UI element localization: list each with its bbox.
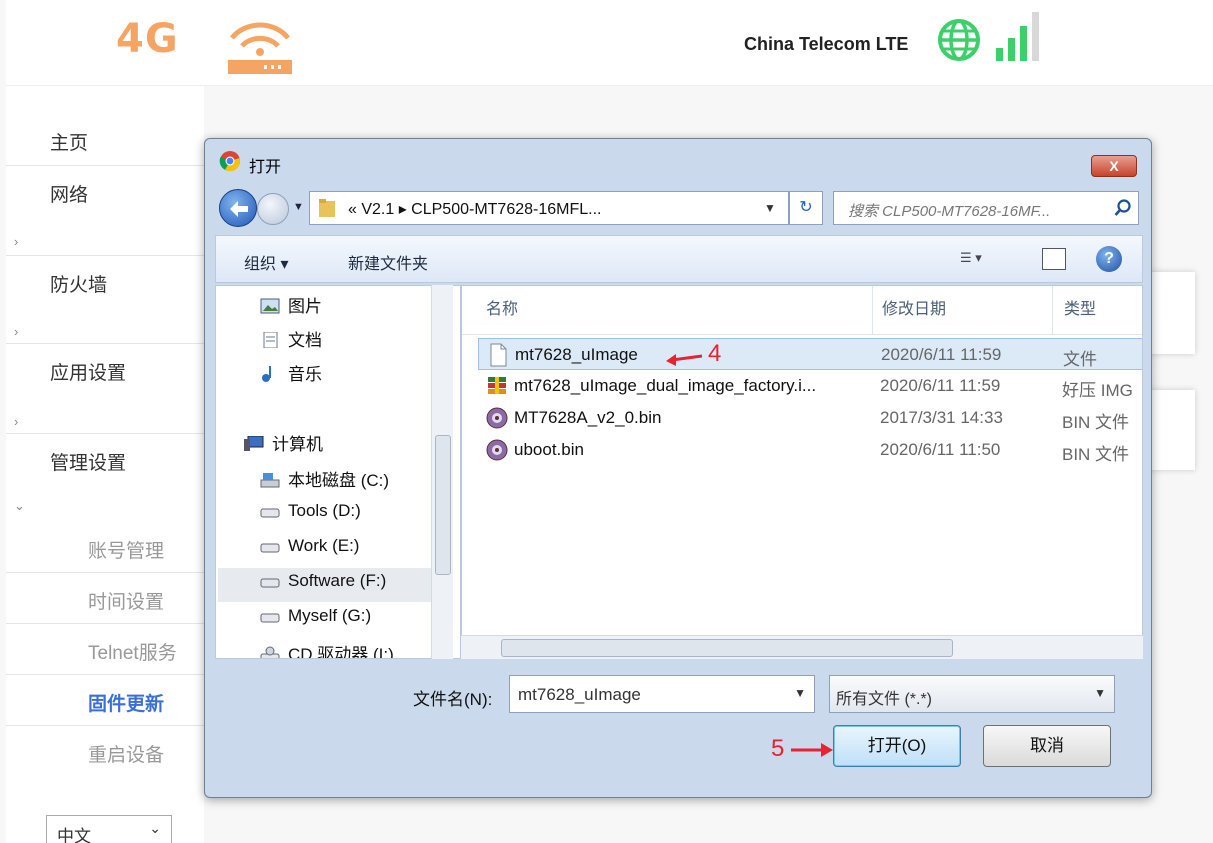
address-bar[interactable]: « V2.1 ▸ CLP500-MT7628-16MFL... ▼: [309, 191, 789, 225]
search-icon[interactable]: [1114, 199, 1132, 217]
filetype-select[interactable]: 所有文件 (*.*) ▼: [829, 675, 1115, 713]
cd-drive-icon: [260, 646, 280, 658]
sidebar-item-network[interactable]: 网络 ›: [6, 166, 204, 256]
tree-item-drive-c[interactable]: 本地磁盘 (C:): [260, 466, 389, 496]
chevron-down-icon[interactable]: ▼: [794, 686, 806, 700]
file-row[interactable]: uboot.bin 2020/6/11 11:50 BIN 文件: [478, 434, 1142, 466]
view-options-icon[interactable]: ☰ ▾: [960, 250, 1000, 270]
arrow-left-icon: [230, 201, 248, 217]
archive-icon: [488, 377, 506, 394]
organize-menu[interactable]: 组织 ▾: [244, 250, 288, 274]
annotation-arrow-icon: [666, 354, 703, 366]
column-header-modified[interactable]: 修改日期: [882, 286, 946, 334]
wifi-router-icon: [228, 22, 292, 74]
open-button[interactable]: 打开(O): [833, 725, 961, 767]
chevron-down-icon[interactable]: ▼: [764, 201, 776, 215]
chevron-down-icon: ▼: [1094, 686, 1106, 700]
breadcrumb[interactable]: « V2.1 ▸ CLP500-MT7628-16MFL...: [348, 199, 601, 219]
file-open-dialog: 打开 X ▼ « V2.1 ▸ CLP500-MT7628-16MFL... ▼…: [204, 138, 1152, 798]
column-divider: [1052, 286, 1053, 334]
signal-bars-icon: [996, 12, 1039, 61]
tree-item-computer[interactable]: 计算机: [244, 430, 323, 460]
folder-icon: [319, 199, 335, 217]
file-row[interactable]: mt7628_uImage 2020/6/11 11:59 文件: [478, 338, 1142, 370]
drive-icon: [260, 543, 280, 553]
column-header-name[interactable]: 名称: [486, 286, 518, 334]
file-list-hscrollbar[interactable]: [461, 635, 1143, 659]
refresh-button[interactable]: ↻: [789, 191, 823, 225]
drive-icon: [260, 613, 280, 623]
bin-file-icon: [486, 439, 508, 461]
help-icon[interactable]: ?: [1096, 246, 1122, 272]
tree-scrollbar[interactable]: [431, 285, 453, 659]
scroll-thumb[interactable]: [501, 639, 953, 657]
language-select[interactable]: 中文 ⌄: [46, 815, 172, 843]
tree-item-drive-d[interactable]: Tools (D:): [260, 501, 361, 531]
chevron-down-icon: ⌄: [14, 498, 25, 513]
file-row[interactable]: MT7628A_v2_0.bin 2017/3/31 14:33 BIN 文件: [478, 402, 1142, 434]
filename-input[interactable]: mt7628_uImage ▼: [509, 675, 815, 713]
sidebar-subitem-firmware[interactable]: 固件更新: [6, 675, 204, 726]
chevron-right-icon: ›: [14, 234, 19, 249]
annotation-step-5: 5: [771, 735, 785, 762]
tree-item-documents[interactable]: 文档: [260, 326, 322, 356]
sidebar-nav: 主页 网络 › 防火墙 › 应用设置 › 管理设置 ⌄ 账号管理 时间设置 Te…: [6, 86, 204, 843]
chevron-right-icon: ›: [14, 414, 19, 429]
new-folder-button[interactable]: 新建文件夹: [348, 250, 428, 274]
forward-button[interactable]: [257, 193, 289, 225]
tree-item-cd-drive[interactable]: CD 驱动器 (I:): [260, 640, 394, 658]
annotation-arrow-icon: [791, 743, 833, 757]
logo-4g: 4G: [116, 16, 179, 62]
history-dropdown-icon[interactable]: ▼: [293, 201, 304, 213]
navigation-pane: 图片 文档 音乐 计算机 本地磁盘 (C:) Tools (D:) Work (…: [215, 285, 461, 659]
address-row: ▼ « V2.1 ▸ CLP500-MT7628-16MFL... ▼ ↻ 搜索…: [205, 183, 1151, 229]
chevron-right-icon: ›: [14, 324, 19, 339]
file-row[interactable]: mt7628_uImage_dual_image_factory.i... 20…: [478, 370, 1142, 402]
tree-item-drive-g[interactable]: Myself (G:): [260, 606, 371, 636]
tree-item-pictures[interactable]: 图片: [260, 292, 322, 322]
computer-icon: [244, 436, 264, 451]
dialog-title: 打开: [249, 159, 282, 176]
header-divider: [462, 334, 1142, 335]
search-input[interactable]: 搜索 CLP500-MT7628-16MF...: [833, 191, 1139, 225]
globe-icon: [938, 19, 980, 61]
preview-pane-icon[interactable]: [1042, 248, 1066, 270]
music-icon: [262, 366, 271, 382]
file-icon: [490, 343, 507, 367]
sidebar-item-app-settings[interactable]: 应用设置 ›: [6, 344, 204, 434]
tree-item-music[interactable]: 音乐: [260, 360, 322, 390]
tree-item-drive-f[interactable]: Software (F:): [218, 568, 434, 602]
column-header-type[interactable]: 类型: [1064, 286, 1096, 334]
tree-item-drive-e[interactable]: Work (E:): [260, 536, 359, 566]
sidebar-subitem-reboot[interactable]: 重启设备: [6, 726, 204, 777]
top-header: 4G China Telecom LTE: [6, 0, 1213, 86]
carrier-name: China Telecom LTE: [744, 34, 909, 54]
bin-file-icon: [486, 407, 508, 429]
close-button[interactable]: X: [1091, 155, 1137, 177]
drive-icon: [260, 473, 280, 488]
chrome-icon: [219, 151, 241, 172]
drive-icon: [260, 508, 280, 518]
column-divider: [872, 286, 873, 334]
chevron-down-icon: ⌄: [149, 820, 161, 836]
annotation-step-4: 4: [708, 340, 722, 367]
dialog-titlebar[interactable]: 打开 X: [205, 139, 1151, 179]
cancel-button[interactable]: 取消: [983, 725, 1111, 767]
documents-icon: [263, 332, 278, 348]
sidebar-item-firewall[interactable]: 防火墙 ›: [6, 256, 204, 344]
pictures-icon: [260, 298, 280, 314]
filename-label: 文件名(N):: [413, 690, 493, 709]
sidebar-item-admin-settings[interactable]: 管理设置 ⌄: [6, 434, 204, 522]
sidebar-item-home[interactable]: 主页: [6, 86, 204, 166]
scroll-thumb[interactable]: [435, 435, 451, 575]
back-button[interactable]: [219, 189, 257, 227]
dialog-toolbar: 组织 ▾ 新建文件夹 ☰ ▾ ?: [215, 235, 1143, 283]
file-list: 名称 修改日期 类型 mt7628_uImage 2020/6/11 11:59…: [461, 285, 1143, 659]
drive-icon: [260, 578, 280, 588]
sidebar-subitem-telnet[interactable]: Telnet服务: [6, 624, 204, 675]
sidebar-subitem-account[interactable]: 账号管理: [6, 522, 204, 573]
router-admin-page: 4G China Telecom LTE 主页 网络 › 防火墙 › 应用设置 …: [0, 0, 1213, 843]
sidebar-subitem-time[interactable]: 时间设置: [6, 573, 204, 624]
